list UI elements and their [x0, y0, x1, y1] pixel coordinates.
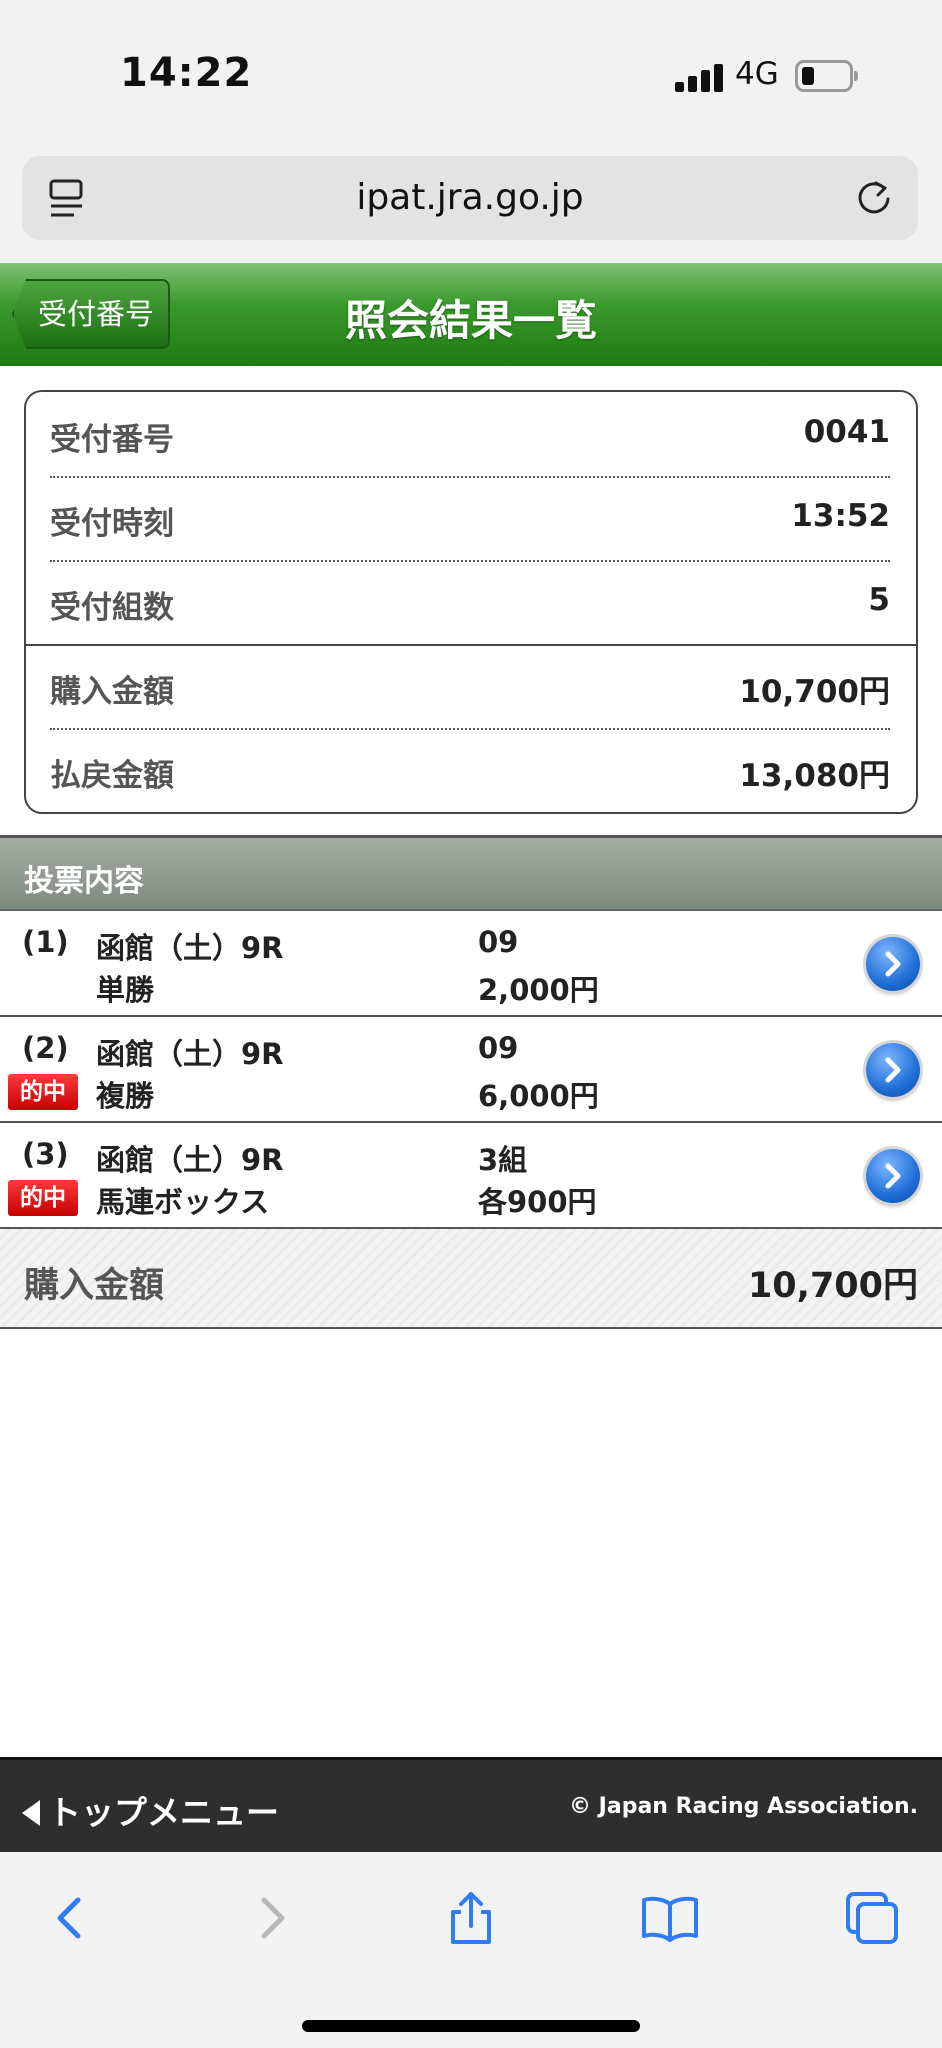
share-icon[interactable]: [441, 1888, 501, 1948]
summary-row-purchase-amount: 購入金額 10,700円: [50, 644, 890, 728]
bet-combination: 3組: [478, 1143, 528, 1177]
total-label: 購入金額: [24, 1266, 165, 1306]
url-bar[interactable]: ipat.jra.go.jp: [22, 156, 918, 240]
bet-number: (2): [22, 1031, 69, 1065]
bet-race: 函館（土）9R: [96, 1037, 284, 1071]
summary-row-payout-amount: 払戻金額 13,080円: [50, 728, 890, 812]
bet-type: 複勝: [96, 1079, 155, 1113]
bet-race: 函館（土）9R: [96, 1143, 284, 1177]
summary-row-combination-count: 受付組数 5: [50, 560, 890, 644]
top-menu-label: トップメニュー: [48, 1793, 279, 1832]
back-arrow-icon[interactable]: [40, 1888, 100, 1948]
summary-label: 受付時刻: [50, 506, 174, 542]
bet-type: 馬連ボックス: [96, 1185, 270, 1219]
summary-row-receipt-time: 受付時刻 13:52: [50, 476, 890, 560]
bet-number: (1): [22, 925, 69, 959]
summary-value: 10,700円: [739, 674, 890, 710]
bet-combination: 09: [478, 925, 519, 959]
home-indicator[interactable]: [302, 2020, 640, 2032]
summary-panel: 受付番号 0041 受付時刻 13:52 受付組数 5 購入金額 10,700円…: [24, 390, 918, 814]
summary-label: 払戻金額: [50, 758, 174, 794]
detail-arrow-button[interactable]: [866, 937, 920, 991]
section-header: 投票内容: [0, 835, 942, 911]
detail-arrow-button[interactable]: [866, 1043, 920, 1097]
status-bar: 14:22 4G: [0, 0, 942, 150]
tabs-icon[interactable]: [842, 1888, 902, 1948]
summary-value: 13:52: [791, 498, 890, 534]
copyright: © Japan Racing Association.: [569, 1794, 918, 1819]
total-value: 10,700円: [747, 1266, 918, 1306]
chevron-right-icon: [885, 1163, 901, 1189]
summary-label: 受付番号: [50, 422, 174, 458]
bet-row[interactable]: (2) 的中 函館（土）9R 複勝 09 6,000円: [0, 1017, 942, 1123]
chevron-right-icon: [885, 1057, 901, 1083]
top-menu-link[interactable]: トップメニュー: [22, 1786, 279, 1834]
summary-label: 購入金額: [50, 674, 174, 710]
bet-row[interactable]: (1) 函館（土）9R 単勝 09 2,000円: [0, 911, 942, 1017]
forward-arrow-icon[interactable]: [242, 1888, 302, 1948]
bet-amount: 各900円: [478, 1185, 597, 1219]
total-bar: 購入金額 10,700円: [0, 1229, 942, 1329]
summary-row-receipt-number: 受付番号 0041: [50, 392, 890, 476]
hit-badge: 的中: [8, 1180, 78, 1216]
bet-race: 函館（土）9R: [96, 931, 284, 965]
network-type: 4G: [735, 56, 779, 92]
chevron-right-icon: [885, 951, 901, 977]
browser-address-area: ipat.jra.go.jp: [0, 150, 942, 262]
app-header: 受付番号 照会結果一覧: [0, 263, 942, 366]
summary-value: 5: [868, 582, 890, 618]
bet-amount: 2,000円: [478, 973, 599, 1007]
bet-type: 単勝: [96, 973, 155, 1007]
hit-badge: 的中: [8, 1074, 78, 1110]
bet-row[interactable]: (3) 的中 函館（土）9R 馬連ボックス 3組 各900円: [0, 1123, 942, 1229]
url-text[interactable]: ipat.jra.go.jp: [22, 177, 918, 218]
bet-combination: 09: [478, 1031, 519, 1065]
triangle-left-icon: [22, 1800, 40, 1826]
status-time: 14:22: [120, 50, 253, 96]
summary-value: 13,080円: [739, 758, 890, 794]
browser-toolbar: [0, 1852, 942, 2048]
section-title: 投票内容: [24, 864, 144, 899]
footer: トップメニュー © Japan Racing Association.: [0, 1757, 942, 1852]
bookmarks-icon[interactable]: [640, 1888, 700, 1948]
bet-number: (3): [22, 1137, 69, 1171]
summary-label: 受付組数: [50, 590, 174, 626]
signal-strength-icon: [675, 62, 723, 92]
page-title: 照会結果一覧: [344, 296, 597, 345]
bet-amount: 6,000円: [478, 1079, 599, 1113]
reload-icon[interactable]: [854, 178, 894, 218]
detail-arrow-button[interactable]: [866, 1149, 920, 1203]
summary-value: 0041: [803, 414, 890, 450]
battery-icon: [795, 60, 858, 92]
